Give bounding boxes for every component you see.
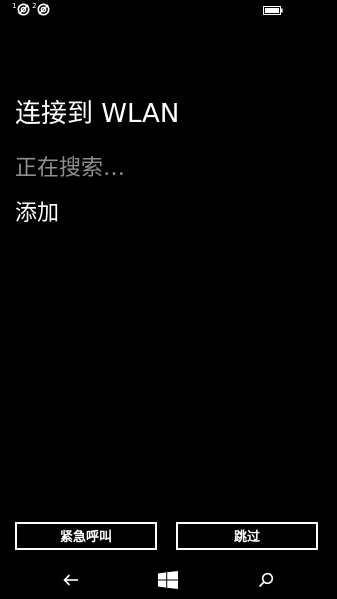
battery-icon: [263, 6, 283, 15]
searching-status: 正在搜索…: [15, 156, 126, 181]
start-button[interactable]: [138, 561, 198, 599]
sim1-status: 1: [12, 3, 30, 17]
add-network-link[interactable]: 添加: [15, 198, 59, 230]
search-button[interactable]: [236, 561, 296, 599]
status-bar: 1 2: [0, 0, 337, 22]
page-title: 连接到 WLAN: [15, 99, 180, 129]
navigation-bar: [0, 561, 337, 599]
sim2-status: 2: [32, 3, 50, 17]
sim-no-signal-icon: [17, 3, 30, 16]
emergency-call-button[interactable]: 紧急呼叫: [15, 522, 157, 550]
search-icon: [258, 572, 274, 588]
back-arrow-icon: [63, 574, 78, 586]
back-button[interactable]: [41, 561, 101, 599]
sim-no-signal-icon: [37, 3, 50, 16]
windows-logo-icon: [158, 571, 178, 589]
skip-button[interactable]: 跳过: [176, 522, 318, 550]
sim2-number: 2: [32, 2, 37, 10]
sim1-number: 1: [12, 2, 17, 10]
